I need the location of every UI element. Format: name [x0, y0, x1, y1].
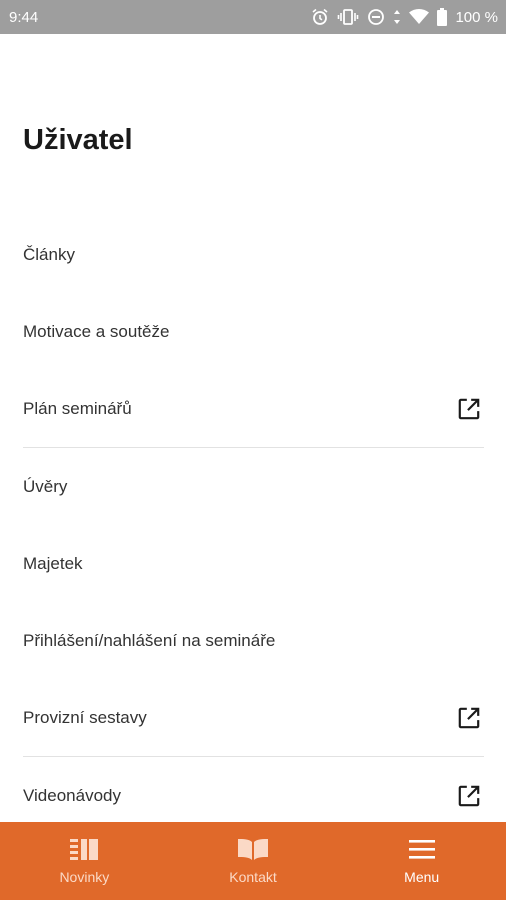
battery-percentage: 100 % [455, 8, 498, 26]
menu-item-label: Majetek [23, 553, 83, 573]
menu-item-plan-seminaru[interactable]: Plán seminářů [0, 370, 506, 447]
tab-label: Kontakt [229, 869, 277, 885]
status-bar: 9:44 100 % [0, 0, 506, 34]
data-arrows-icon [393, 8, 401, 26]
menu-item-label: Videonávody [23, 785, 121, 805]
open-in-new-icon[interactable] [455, 782, 483, 810]
menu-item-clanky[interactable]: Články [0, 216, 506, 293]
menu-item-label: Provizní sestavy [23, 707, 147, 727]
vibrate-icon [337, 8, 359, 26]
page-title: Uživatel [23, 124, 133, 156]
tab-label: Menu [404, 869, 440, 885]
tab-kontakt[interactable]: Kontakt [169, 822, 338, 900]
bottom-navigation: Novinky Kontakt Menu [0, 822, 506, 900]
status-icons: 100 % [311, 8, 498, 26]
menu-item-uvery[interactable]: Úvěry [0, 448, 506, 525]
menu-item-provizni-sestavy[interactable]: Provizní sestavy [0, 679, 506, 756]
news-icon [70, 837, 99, 861]
status-time: 9:44 [9, 8, 39, 26]
menu-item-label: Motivace a soutěže [23, 321, 170, 341]
open-in-new-icon[interactable] [455, 395, 483, 423]
open-in-new-icon[interactable] [455, 704, 483, 732]
tab-label: Novinky [59, 869, 110, 885]
menu-item-majetek[interactable]: Majetek [0, 525, 506, 602]
menu-item-prihlaseni-na-seminare[interactable]: Přihlášení/nahlášení na semináře [0, 602, 506, 679]
battery-icon [437, 8, 448, 26]
alarm-icon [311, 8, 329, 26]
menu-item-label: Plán seminářů [23, 398, 132, 418]
wifi-icon [409, 9, 430, 25]
menu-item-label: Úvěry [23, 476, 68, 496]
menu-list: Články Motivace a soutěže Plán seminářů … [0, 216, 506, 834]
menu-item-motivace-a-souteze[interactable]: Motivace a soutěže [0, 293, 506, 370]
tab-novinky[interactable]: Novinky [0, 822, 169, 900]
tab-menu[interactable]: Menu [337, 822, 506, 900]
hamburger-menu-icon [408, 837, 436, 861]
menu-item-label: Články [23, 244, 75, 264]
do-not-disturb-icon [367, 8, 385, 26]
menu-item-label: Přihlášení/nahlášení na semináře [23, 630, 276, 650]
book-icon [237, 837, 269, 861]
